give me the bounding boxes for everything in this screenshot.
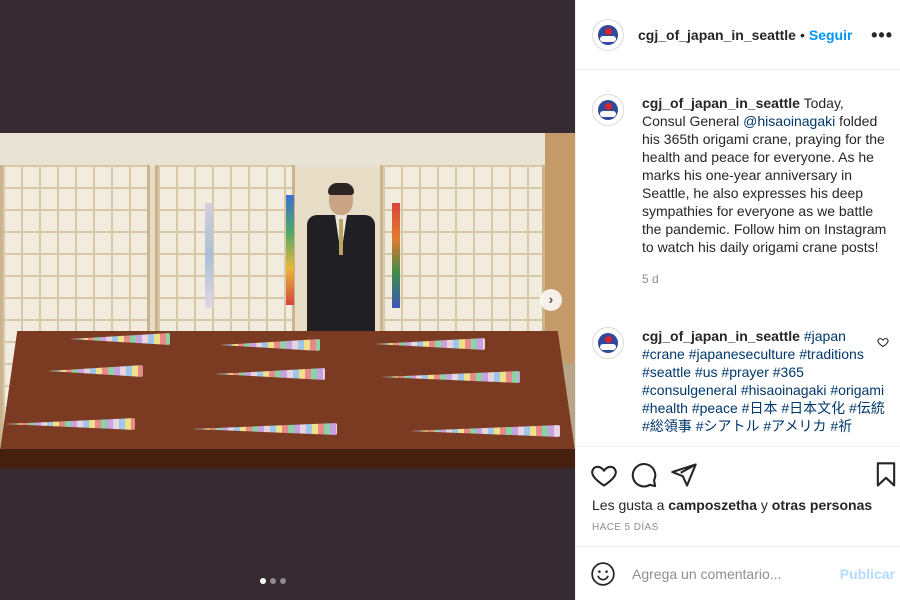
caption-time[interactable]: 5 d — [642, 270, 887, 288]
follow-button[interactable]: Seguir — [809, 27, 853, 43]
photo-ceiling — [0, 133, 575, 167]
hashtag-username[interactable]: cgj_of_japan_in_seattle — [642, 328, 800, 344]
avatar[interactable] — [592, 94, 624, 126]
post-media: › — [0, 0, 575, 600]
carousel-dot — [270, 578, 276, 584]
caption-comment: cgj_of_japan_in_seattle Today, Consul Ge… — [592, 94, 892, 288]
hashtag-link[interactable]: #us — [695, 364, 718, 380]
carousel-dot — [280, 578, 286, 584]
caption-text-after: folded his 365th origami crane, praying … — [642, 113, 887, 255]
next-slide-button[interactable]: › — [540, 289, 562, 311]
post-actions: Les gusta a camposzetha y otras personas… — [576, 446, 900, 600]
hashtag-link[interactable]: #traditions — [799, 346, 864, 362]
hashtag-link[interactable]: #365 — [773, 364, 804, 380]
header-username[interactable]: cgj_of_japan_in_seattle — [638, 27, 796, 43]
caption-username[interactable]: cgj_of_japan_in_seattle — [642, 95, 800, 111]
hashtag-link[interactable]: #prayer — [721, 364, 768, 380]
likes-middle: y — [756, 497, 772, 513]
comment-input[interactable] — [632, 566, 822, 582]
hashtag-link[interactable]: #総領事 — [642, 418, 692, 434]
hashtag-body: cgj_of_japan_in_seattle #japan #crane #j… — [642, 327, 887, 435]
post-timestamp[interactable]: HACE 5 DÍAS — [592, 522, 659, 533]
like-comment-icon[interactable] — [877, 336, 889, 348]
carousel-indicator — [260, 578, 286, 584]
share-icon[interactable] — [670, 461, 698, 489]
hashtag-link[interactable]: #祈 — [830, 418, 852, 434]
hashtag-link[interactable]: #hisaoinagaki — [741, 382, 827, 398]
avatar[interactable] — [592, 327, 624, 359]
chevron-right-icon: › — [548, 291, 554, 307]
hashtag-link[interactable]: #シアトル — [696, 418, 760, 434]
post-header: cgj_of_japan_in_seattle • Seguir ••• — [576, 0, 900, 70]
hashtag-link[interactable]: #japan — [804, 328, 846, 344]
hashtag-link[interactable]: #日本 — [742, 400, 778, 416]
hashtag-link[interactable]: #伝統 — [849, 400, 885, 416]
comments-list[interactable]: cgj_of_japan_in_seattle Today, Consul Ge… — [576, 70, 900, 446]
post-photo[interactable] — [0, 133, 575, 468]
emoji-icon[interactable] — [590, 561, 616, 587]
comment-form: Publicar — [576, 546, 900, 600]
likes-others[interactable]: otras personas — [772, 497, 872, 513]
hashtag-comment: cgj_of_japan_in_seattle #japan #crane #j… — [592, 327, 892, 435]
likes-summary: Les gusta a camposzetha y otras personas — [592, 497, 872, 513]
hashtag-link[interactable]: #日本文化 — [781, 400, 845, 416]
post-sidebar: cgj_of_japan_in_seattle • Seguir ••• cgj… — [575, 0, 900, 600]
bookmark-icon[interactable] — [872, 461, 900, 489]
hashtag-link[interactable]: #origami — [830, 382, 884, 398]
comment-icon[interactable] — [630, 461, 658, 489]
photo-table-edge — [0, 449, 575, 468]
photo-consul-general — [307, 183, 375, 335]
hashtag-link[interactable]: #アメリカ — [763, 418, 826, 434]
header-separator: • — [799, 26, 805, 43]
hashtag-link[interactable]: #seattle — [642, 364, 691, 380]
photo-crane-garland — [205, 203, 213, 308]
hashtag-link[interactable]: #crane — [642, 346, 685, 362]
publish-button[interactable]: Publicar — [840, 566, 895, 582]
likes-prefix: Les gusta a — [592, 497, 669, 513]
heart-icon[interactable] — [590, 461, 618, 489]
likes-user[interactable]: camposzetha — [668, 497, 757, 513]
carousel-dot — [260, 578, 266, 584]
photo-crane-garland — [286, 195, 294, 305]
hashtag-link[interactable]: #japaneseculture — [689, 346, 796, 362]
caption-mention[interactable]: @hisaoinagaki — [743, 113, 835, 129]
avatar[interactable] — [592, 18, 624, 51]
caption-body: cgj_of_japan_in_seattle Today, Consul Ge… — [642, 94, 887, 288]
photo-door — [545, 133, 575, 363]
hashtag-link[interactable]: #consulgeneral — [642, 382, 737, 398]
hashtag-link[interactable]: #peace — [692, 400, 738, 416]
photo-crane-garland — [392, 203, 400, 308]
hashtag-link[interactable]: #health — [642, 400, 688, 416]
more-options-icon[interactable]: ••• — [871, 25, 893, 46]
